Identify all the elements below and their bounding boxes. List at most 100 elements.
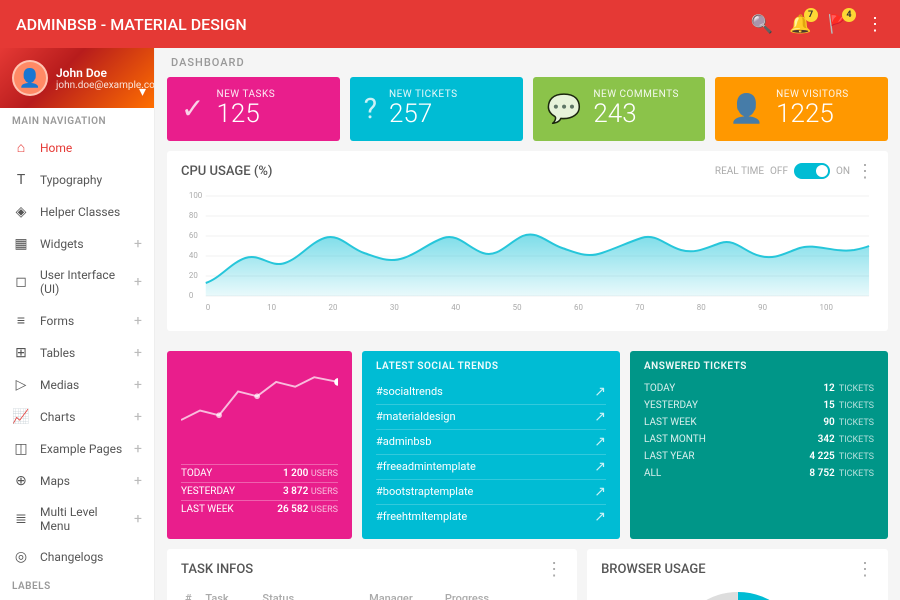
- sidebar-item-ui[interactable]: ◻ User Interface (UI) +: [0, 260, 154, 304]
- pink-row-label: TODAY: [181, 468, 212, 479]
- svg-text:50: 50: [513, 303, 522, 312]
- task-browser-row: TASK INFOS ⋮ #TaskStatusManagerProgress …: [155, 549, 900, 600]
- ticket-suffix: TICKETS: [837, 384, 874, 394]
- nav-label-ui: User Interface (UI): [40, 268, 124, 296]
- social-item: #materialdesign ↗: [376, 405, 606, 430]
- search-icon[interactable]: 🔍: [751, 14, 773, 35]
- sidebar-item-widgets[interactable]: ▦ Widgets +: [0, 228, 154, 260]
- avatar: 👤: [12, 60, 48, 96]
- realtime-toggle-switch[interactable]: [794, 163, 830, 179]
- ticket-suffix: TICKETS: [837, 469, 874, 479]
- chart-more-icon[interactable]: ⋮: [856, 161, 874, 182]
- sidebar-item-home[interactable]: ⌂ Home: [0, 131, 154, 164]
- nav-icon-widgets: ▦: [12, 236, 30, 252]
- ticket-suffix: TICKETS: [837, 435, 874, 445]
- ticket-suffix: TICKETS: [837, 418, 874, 428]
- task-card-title: TASK INFOS: [181, 562, 253, 577]
- notifications-icon[interactable]: 🔔 7: [789, 14, 811, 35]
- task-col-header: Status: [258, 588, 365, 600]
- sidebar-item-maps[interactable]: ⊕ Maps +: [0, 465, 154, 497]
- nav-icon-medias: ▷: [12, 377, 30, 393]
- stat-icon-comments: 💬: [547, 92, 582, 125]
- svg-text:20: 20: [189, 271, 198, 280]
- ticket-row: LAST MONTH 342 TICKETS: [644, 431, 874, 448]
- profile-name: John Doe: [56, 66, 155, 80]
- stat-label-tickets: NEW TICKETS: [389, 89, 458, 100]
- svg-text:80: 80: [697, 303, 706, 312]
- pink-row-label: YESTERDAY: [181, 486, 235, 497]
- on-label: ON: [836, 166, 850, 177]
- ticket-row: LAST YEAR 4 225 TICKETS: [644, 448, 874, 465]
- ticket-count: 342: [818, 434, 835, 445]
- nav-plus-forms[interactable]: +: [134, 313, 142, 329]
- sidebar-item-tables[interactable]: ⊞ Tables +: [0, 337, 154, 369]
- nav-icon-ui: ◻: [12, 274, 30, 290]
- sidebar-item-typography[interactable]: T Typography: [0, 164, 154, 196]
- browser-more-icon[interactable]: ⋮: [856, 559, 874, 580]
- social-item: #adminbsb ↗: [376, 430, 606, 455]
- sidebar-item-multilevel[interactable]: ≣ Multi Level Menu +: [0, 497, 154, 541]
- social-item: #freehtmltemplate ↗: [376, 505, 606, 529]
- task-more-icon[interactable]: ⋮: [545, 559, 563, 580]
- more-menu-icon[interactable]: ⋮: [866, 14, 884, 35]
- task-col-header: Progress: [441, 588, 563, 600]
- nav-plus-tables[interactable]: +: [134, 345, 142, 361]
- label-items: Important Warning Information: [0, 596, 154, 600]
- sidebar: 👤 John Doe john.doe@example.com ▾ MAIN N…: [0, 48, 155, 600]
- pink-row-value: 3 872: [283, 486, 308, 497]
- label-item-important[interactable]: Important: [0, 596, 154, 600]
- svg-text:0: 0: [206, 303, 211, 312]
- sidebar-item-changelogs[interactable]: ◎ Changelogs: [0, 541, 154, 573]
- social-items: #socialtrends ↗#materialdesign ↗#adminbs…: [376, 380, 606, 529]
- nav-plus-ui[interactable]: +: [134, 274, 142, 290]
- trend-up-icon: ↗: [594, 384, 606, 400]
- social-tag: #freeadmintemplate: [376, 460, 476, 473]
- nav-icon-multilevel: ≣: [12, 511, 30, 527]
- alerts-icon[interactable]: 🚩 4: [828, 14, 850, 35]
- stat-info-comments: NEW COMMENTS 243: [593, 89, 679, 129]
- stat-label-tasks: NEW TASKS: [216, 89, 275, 100]
- sidebar-item-forms[interactable]: ≡ Forms +: [0, 304, 154, 337]
- svg-text:60: 60: [189, 231, 198, 240]
- nav-plus-widgets[interactable]: +: [134, 236, 142, 252]
- nav-plus-medias[interactable]: +: [134, 377, 142, 393]
- ticket-row-label: YESTERDAY: [644, 400, 698, 411]
- task-col-header: Manager: [365, 588, 441, 600]
- stat-info-visitors: NEW VISITORS 1225: [776, 89, 849, 129]
- social-tag: #adminbsb: [376, 435, 431, 448]
- pink-stats-row: TODAY 1 200 USERS: [181, 464, 338, 482]
- topbar-icons: 🔍 🔔 7 🚩 4 ⋮: [751, 14, 884, 35]
- nav-plus-example_pages[interactable]: +: [134, 441, 142, 457]
- nav-plus-maps[interactable]: +: [134, 473, 142, 489]
- stat-value-comments: 243: [593, 100, 679, 129]
- svg-text:80: 80: [189, 211, 198, 220]
- sidebar-item-charts[interactable]: 📈 Charts +: [0, 401, 154, 433]
- stat-value-tasks: 125: [216, 100, 275, 129]
- toggle-knob: [816, 165, 828, 177]
- nav-icon-example_pages: ◫: [12, 441, 30, 457]
- pink-row-label: LAST WEEK: [181, 504, 234, 515]
- nav-icon-maps: ⊕: [12, 473, 30, 489]
- nav-label-medias: Medias: [40, 378, 79, 392]
- nav-label-home: Home: [40, 141, 72, 155]
- svg-text:60: 60: [574, 303, 583, 312]
- social-item: #freeadmintemplate ↗: [376, 455, 606, 480]
- sidebar-item-helper[interactable]: ◈ Helper Classes: [0, 196, 154, 228]
- profile-chevron-icon[interactable]: ▾: [139, 84, 146, 100]
- nav-label-typography: Typography: [40, 173, 102, 187]
- sidebar-item-example_pages[interactable]: ◫ Example Pages +: [0, 433, 154, 465]
- labels-section-label: LABELS: [0, 573, 154, 596]
- nav-plus-multilevel[interactable]: +: [134, 511, 142, 527]
- nav-plus-charts[interactable]: +: [134, 409, 142, 425]
- layout: 👤 John Doe john.doe@example.com ▾ MAIN N…: [0, 48, 900, 600]
- ticket-count: 8 752: [809, 468, 834, 479]
- donut-chart-svg: [668, 588, 808, 600]
- trend-up-icon: ↗: [594, 409, 606, 425]
- nav-icon-home: ⌂: [12, 139, 30, 156]
- cpu-chart-title: CPU USAGE (%): [181, 164, 272, 179]
- svg-text:0: 0: [189, 291, 194, 300]
- sidebar-item-medias[interactable]: ▷ Medias +: [0, 369, 154, 401]
- svg-text:20: 20: [329, 303, 338, 312]
- pink-stats-row: YESTERDAY 3 872 USERS: [181, 482, 338, 500]
- browser-card-header: BROWSER USAGE ⋮: [601, 559, 874, 580]
